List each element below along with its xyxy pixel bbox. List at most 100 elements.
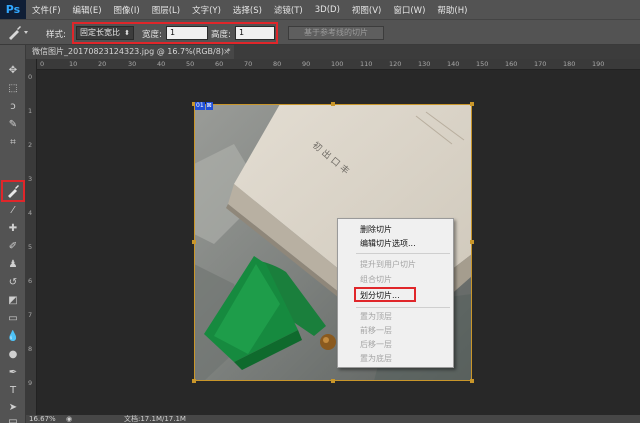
dodge-tool-icon[interactable]: ● [4, 347, 22, 361]
ruler-tick: 2 [28, 141, 33, 149]
ruler-tick: 9 [28, 379, 33, 387]
ruler-tick: 40 [157, 60, 166, 68]
document-tab[interactable]: 微信图片_20170823124323.jpg @ 16.7%(RGB/8) *… [26, 45, 234, 59]
slice-badge: 01 ⊠ [195, 102, 214, 110]
ruler-tick: 130 [418, 60, 431, 68]
ruler-tick: 0 [28, 73, 33, 81]
blur-tool-icon[interactable]: 💧 [4, 329, 22, 343]
ruler-tick: 3 [28, 175, 33, 183]
move-tool-icon[interactable]: ✥ [4, 63, 22, 77]
ruler-tick: 80 [273, 60, 282, 68]
type-tool-icon[interactable]: T [4, 383, 22, 397]
lasso-tool-icon[interactable]: ↄ [4, 99, 22, 113]
menu-type[interactable]: 文字(Y) [186, 4, 227, 16]
context-menu: 删除切片 编辑切片选项... 提升到用户切片 组合切片 划分切片... 置为顶层… [337, 218, 454, 368]
ruler-tick: 180 [563, 60, 576, 68]
shape-tool-icon[interactable]: ▭ [4, 416, 22, 423]
close-icon[interactable]: × [223, 45, 230, 59]
ruler-tick: 170 [534, 60, 547, 68]
ruler-tick: 120 [389, 60, 402, 68]
menu-file[interactable]: 文件(F) [26, 4, 67, 16]
menu-edit[interactable]: 编辑(E) [67, 4, 108, 16]
ruler-tick: 160 [505, 60, 518, 68]
highlight-box-slice-tool [1, 180, 25, 202]
slice-handle[interactable] [192, 379, 196, 383]
history-brush-tool-icon[interactable]: ↺ [4, 275, 22, 289]
menu-image[interactable]: 图像(I) [108, 4, 146, 16]
document-tabs: 微信图片_20170823124323.jpg @ 16.7%(RGB/8) *… [26, 45, 640, 59]
document-title: 微信图片_20170823124323.jpg @ 16.7%(RGB/8) * [32, 47, 231, 56]
ruler-tick: 6 [28, 277, 33, 285]
ruler-tick: 5 [28, 243, 33, 251]
menu-item-promote-slice[interactable]: 提升到用户切片 [360, 259, 416, 270]
menu-window[interactable]: 窗口(W) [387, 4, 431, 16]
menu-filter[interactable]: 滤镜(T) [268, 4, 309, 16]
ruler-tick: 30 [128, 60, 137, 68]
ruler-tick: 90 [302, 60, 311, 68]
menu-item-send-to-back[interactable]: 置为底层 [360, 353, 392, 364]
status-icon: ◉ [66, 415, 73, 423]
ruler-horizontal: 0 10 20 30 40 50 60 70 80 90 100 110 120… [37, 59, 640, 70]
eraser-tool-icon[interactable]: ◩ [4, 293, 22, 307]
eyedropper-tool-icon[interactable]: ⁄ [4, 203, 22, 217]
menu-select[interactable]: 选择(S) [227, 4, 268, 16]
brush-tool-icon[interactable]: ✐ [4, 239, 22, 253]
menu-separator [356, 253, 450, 254]
menu-separator [356, 307, 450, 308]
ruler-tick: 150 [476, 60, 489, 68]
options-bar: 样式: 固定长宽比 ⬍ 宽度: 1 高度: 1 基于参考线的切片 [0, 19, 640, 45]
ruler-tick: 100 [331, 60, 344, 68]
gradient-tool-icon[interactable]: ▭ [4, 311, 22, 325]
slice-handle[interactable] [331, 379, 335, 383]
slice-select-icon [9, 26, 28, 40]
menu-help[interactable]: 帮助(H) [431, 4, 473, 16]
menu-item-delete-slice[interactable]: 删除切片 [360, 224, 392, 235]
slice-number: 01 [195, 102, 205, 110]
pen-tool-icon[interactable]: ✒ [4, 365, 22, 379]
crop-tool-icon[interactable]: ⌗ [4, 135, 22, 149]
slice-handle[interactable] [470, 102, 474, 106]
path-select-tool-icon[interactable]: ➤ [4, 400, 22, 414]
slice-handle[interactable] [470, 240, 474, 244]
ruler-tick: 70 [244, 60, 253, 68]
ruler-tick: 10 [69, 60, 78, 68]
stamp-tool-icon[interactable]: ♟ [4, 257, 22, 271]
menu-item-edit-slice-options[interactable]: 编辑切片选项... [360, 238, 416, 249]
highlight-box-options [72, 22, 278, 44]
ruler-tick: 1 [28, 107, 33, 115]
ruler-tick: 8 [28, 345, 33, 353]
slice-handle[interactable] [192, 240, 196, 244]
menu-layer[interactable]: 图层(L) [146, 4, 186, 16]
slice-handle[interactable] [470, 379, 474, 383]
menu-view[interactable]: 视图(V) [346, 4, 387, 16]
menu-3d[interactable]: 3D(D) [309, 5, 346, 15]
ruler-tick: 110 [360, 60, 373, 68]
marquee-tool-icon[interactable]: ⬚ [4, 81, 22, 95]
status-bar: 16.67% ◉ 文档:17.1M/17.1M [26, 415, 640, 423]
ruler-tick: 50 [186, 60, 195, 68]
ruler-tick: 60 [215, 60, 224, 68]
style-label: 样式: [46, 30, 66, 40]
menu-item-send-backward[interactable]: 后移一层 [360, 339, 392, 350]
menu-bar: Ps 文件(F) 编辑(E) 图像(I) 图层(L) 文字(Y) 选择(S) 滤… [0, 0, 640, 19]
ruler-tick: 190 [592, 60, 605, 68]
tools-panel: ✥ ⬚ ↄ ✎ ⌗ ⁄ ✚ ✐ ♟ ↺ ◩ ▭ 💧 ● ✒ T ➤ ▭ [0, 45, 26, 423]
slices-from-guides-button[interactable]: 基于参考线的切片 [288, 26, 384, 40]
ruler-tick: 4 [28, 209, 33, 217]
highlight-box-divide-slice [354, 287, 416, 302]
menu-item-bring-to-front[interactable]: 置为顶层 [360, 311, 392, 322]
ruler-tick: 7 [28, 311, 33, 319]
ruler-tick: 0 [40, 60, 45, 68]
ruler-tick: 140 [447, 60, 460, 68]
slice-type-icon: ⊠ [205, 102, 213, 110]
tool-preset-picker[interactable] [6, 25, 32, 41]
document-size: 文档:17.1M/17.1M [124, 415, 186, 423]
ruler-tick: 20 [98, 60, 107, 68]
menu-item-combine-slices[interactable]: 组合切片 [360, 274, 392, 285]
photoshop-logo: Ps [0, 0, 26, 19]
zoom-level[interactable]: 16.67% [29, 415, 56, 423]
slice-handle[interactable] [331, 102, 335, 106]
menu-item-bring-forward[interactable]: 前移一层 [360, 325, 392, 336]
healing-brush-tool-icon[interactable]: ✚ [4, 221, 22, 235]
quick-select-tool-icon[interactable]: ✎ [4, 117, 22, 131]
